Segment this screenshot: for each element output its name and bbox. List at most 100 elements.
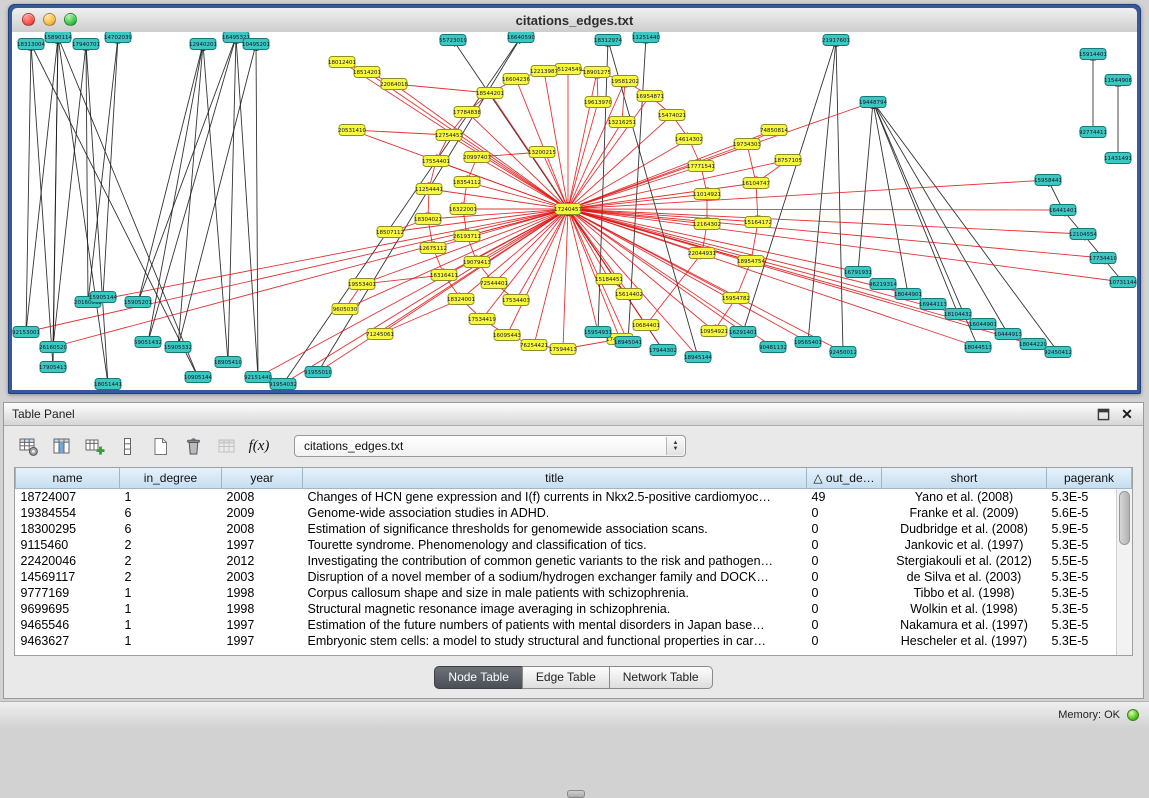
graph-node[interactable]: 26193711 xyxy=(453,231,481,242)
graph-node[interactable]: 17534403 xyxy=(502,295,530,306)
network-window-titlebar[interactable]: citations_edges.txt xyxy=(12,8,1137,33)
graph-node[interactable]: 16791931 xyxy=(844,267,872,278)
graph-node[interactable]: 16316411 xyxy=(430,270,458,281)
graph-node[interactable]: 21917601 xyxy=(822,35,850,46)
graph-node[interactable]: 16291401 xyxy=(729,327,757,338)
graph-node[interactable]: 92450412 xyxy=(1044,347,1072,358)
table-scrollbar[interactable] xyxy=(1116,489,1132,655)
graph-node[interactable]: 17940701 xyxy=(72,39,100,50)
graph-node[interactable]: 59051432 xyxy=(134,337,162,348)
graph-node[interactable]: 15890114 xyxy=(44,32,72,43)
black-edge[interactable] xyxy=(88,37,118,302)
import-table-icon[interactable] xyxy=(214,434,238,458)
graph-node[interactable]: 16441401 xyxy=(1049,205,1077,216)
black-edge[interactable] xyxy=(103,37,118,297)
graph-node[interactable]: 11254441 xyxy=(415,184,443,195)
graph-node[interactable]: 19079413 xyxy=(463,257,491,268)
table-row[interactable]: 2242004622012Investigating the contribut… xyxy=(16,553,1132,569)
network-table-selector[interactable]: citations_edges.txt ▲▼ xyxy=(294,435,686,457)
splitter-handle-icon[interactable] xyxy=(567,790,585,798)
panel-splitter[interactable] xyxy=(0,394,1149,402)
graph-node[interactable]: 18905410 xyxy=(214,357,242,368)
graph-node[interactable]: 15124549 xyxy=(554,64,582,75)
graph-node[interactable]: 20531410 xyxy=(338,125,366,136)
graph-node[interactable]: 19448794 xyxy=(859,97,887,108)
table-row[interactable]: 946554611997Estimation of the future num… xyxy=(16,617,1132,633)
graph-node[interactable]: 18044513 xyxy=(964,342,992,353)
table-row[interactable]: 911546021997Tourette syndrome. Phenomeno… xyxy=(16,537,1132,553)
graph-node[interactable]: 91954032 xyxy=(269,379,297,390)
graph-node[interactable]: 14614302 xyxy=(675,134,703,145)
black-edge[interactable] xyxy=(31,44,53,367)
graph-node[interactable]: 15614402 xyxy=(615,289,643,300)
rows-icon[interactable] xyxy=(115,434,139,458)
graph-node[interactable]: 18544201 xyxy=(476,88,504,99)
graph-node[interactable]: 15958441 xyxy=(1034,175,1062,186)
red-edge[interactable] xyxy=(568,180,1048,209)
float-panel-icon[interactable] xyxy=(1095,406,1111,422)
tab-node-table[interactable]: Node Table xyxy=(434,666,523,689)
graph-node[interactable]: 18044220 xyxy=(1019,339,1047,350)
graph-node[interactable]: 18304021 xyxy=(414,214,442,225)
graph-node[interactable]: 12754453 xyxy=(435,130,463,141)
graph-node[interactable]: 15954931 xyxy=(584,327,612,338)
table-row[interactable]: 1872400712008Changes of HCN gene express… xyxy=(16,489,1132,506)
graph-node[interactable]: 17534419 xyxy=(468,314,496,325)
red-edge[interactable] xyxy=(258,209,568,377)
graph-node[interactable]: 19553401 xyxy=(348,279,376,290)
graph-node[interactable]: 15164172 xyxy=(744,217,772,228)
column-header[interactable]: short xyxy=(882,468,1047,489)
red-edge[interactable] xyxy=(568,102,598,209)
black-edge[interactable] xyxy=(138,37,236,302)
graph-node[interactable]: 16044901 xyxy=(969,319,997,330)
column-header[interactable]: △ out_de… xyxy=(807,468,882,489)
graph-node[interactable]: 10684401 xyxy=(632,320,660,331)
graph-node[interactable]: 17784838 xyxy=(453,107,481,118)
red-edge[interactable] xyxy=(544,71,568,209)
black-edge[interactable] xyxy=(858,102,873,272)
graph-node[interactable]: 91955010 xyxy=(304,367,332,378)
graph-node[interactable]: 14702039 xyxy=(104,32,132,43)
red-edge[interactable] xyxy=(534,209,568,345)
graph-node[interactable]: 17905413 xyxy=(39,362,67,373)
red-edge[interactable] xyxy=(568,115,672,209)
new-document-icon[interactable] xyxy=(148,434,172,458)
table-row[interactable]: 1830029562008Estimation of significance … xyxy=(16,521,1132,537)
graph-node[interactable]: 19613970 xyxy=(584,97,612,108)
red-edge[interactable] xyxy=(568,183,756,209)
graph-node[interactable]: 18104432 xyxy=(944,309,972,320)
graph-node[interactable]: 15954782 xyxy=(722,293,750,304)
graph-node[interactable]: 17240457 xyxy=(554,204,582,215)
graph-node[interactable]: 18354112 xyxy=(453,177,481,188)
graph-node[interactable]: 20997407 xyxy=(463,152,491,163)
graph-node[interactable]: 17771541 xyxy=(687,161,715,172)
black-edge[interactable] xyxy=(608,40,698,357)
graph-node[interactable]: 12213987 xyxy=(530,66,558,77)
graph-node[interactable]: 92151440 xyxy=(244,372,272,383)
red-edge[interactable] xyxy=(568,139,689,209)
graph-node[interactable]: 18757105 xyxy=(774,155,802,166)
column-header[interactable]: title xyxy=(303,468,807,489)
graph-node[interactable]: 15914401 xyxy=(1079,49,1107,60)
graph-node[interactable]: 19734303 xyxy=(733,139,761,150)
graph-node[interactable]: 10495201 xyxy=(242,39,270,50)
graph-node[interactable]: 92774411 xyxy=(1079,127,1107,138)
graph-node[interactable]: 18954754 xyxy=(737,256,765,267)
graph-node[interactable]: 55723019 xyxy=(439,35,467,46)
graph-node[interactable]: 18012401 xyxy=(328,57,356,68)
black-edge[interactable] xyxy=(228,37,236,362)
black-edge[interactable] xyxy=(148,44,203,342)
graph-node[interactable]: 19581202 xyxy=(611,76,639,87)
graph-node[interactable]: 9605030 xyxy=(332,304,358,315)
memory-indicator-icon[interactable] xyxy=(1127,709,1139,721)
graph-node[interactable]: 13216251 xyxy=(608,117,636,128)
graph-node[interactable]: 16954871 xyxy=(636,91,664,102)
red-edge[interactable] xyxy=(367,72,568,209)
black-edge[interactable] xyxy=(236,37,258,377)
table-settings-icon[interactable] xyxy=(16,434,40,458)
graph-node[interactable]: 90481132 xyxy=(759,342,787,353)
black-edge[interactable] xyxy=(53,37,58,367)
close-panel-icon[interactable]: ✕ xyxy=(1119,406,1135,423)
red-edge[interactable] xyxy=(568,209,978,347)
graph-node[interactable]: 74850814 xyxy=(760,125,788,136)
